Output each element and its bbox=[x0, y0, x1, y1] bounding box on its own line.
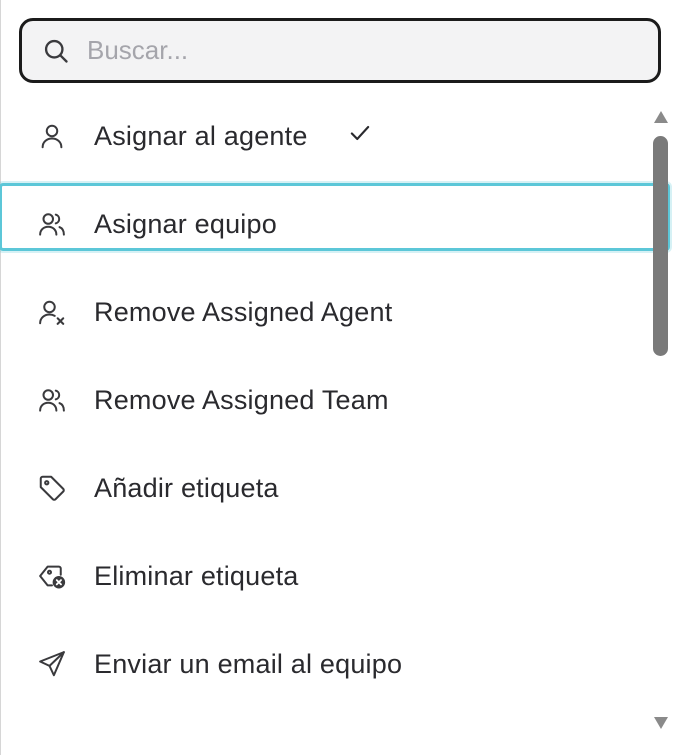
scroll-thumb[interactable] bbox=[653, 136, 668, 356]
menu-item-assign-agent[interactable]: Asignar al agente bbox=[1, 92, 645, 180]
menu-item-label: Asignar equipo bbox=[94, 208, 277, 239]
menu-item-label: Remove Assigned Agent bbox=[94, 296, 393, 327]
menu-item-label: Enviar un email al equipo bbox=[94, 648, 403, 679]
menu-item-label: Añadir etiqueta bbox=[94, 472, 279, 503]
menu-item-email-team[interactable]: Enviar un email al equipo bbox=[1, 620, 645, 708]
menu-item-remove-tag[interactable]: Eliminar etiqueta bbox=[1, 532, 645, 620]
checkmark-icon bbox=[347, 120, 373, 146]
menu-item-remove-assigned-agent[interactable]: Remove Assigned Agent bbox=[1, 268, 645, 356]
scroll-up-arrow-icon[interactable] bbox=[653, 110, 669, 124]
users-remove-icon bbox=[35, 383, 69, 417]
search-box[interactable] bbox=[19, 18, 661, 83]
tag-remove-icon bbox=[35, 559, 69, 593]
search-input[interactable] bbox=[87, 35, 607, 66]
user-icon bbox=[35, 119, 69, 153]
menu-item-assign-team[interactable]: Asignar equipo bbox=[1, 180, 645, 268]
menu-item-label: Eliminar etiqueta bbox=[94, 560, 299, 591]
send-icon bbox=[35, 647, 69, 681]
menu-item-label: Remove Assigned Team bbox=[94, 384, 389, 415]
scrollbar[interactable] bbox=[649, 104, 673, 740]
menu-item-remove-assigned-team[interactable]: Remove Assigned Team bbox=[1, 356, 645, 444]
user-remove-icon bbox=[35, 295, 69, 329]
users-icon bbox=[35, 207, 69, 241]
search-icon bbox=[41, 36, 71, 66]
menu-item-add-tag[interactable]: Añadir etiqueta bbox=[1, 444, 645, 532]
action-list: Asignar al agente Asignar equipo Remove … bbox=[1, 92, 645, 708]
scroll-down-arrow-icon[interactable] bbox=[653, 716, 669, 730]
action-dropdown-panel: Asignar al agente Asignar equipo bbox=[0, 0, 674, 755]
menu-item-label: Asignar al agente bbox=[94, 120, 308, 151]
tag-icon bbox=[35, 471, 69, 505]
